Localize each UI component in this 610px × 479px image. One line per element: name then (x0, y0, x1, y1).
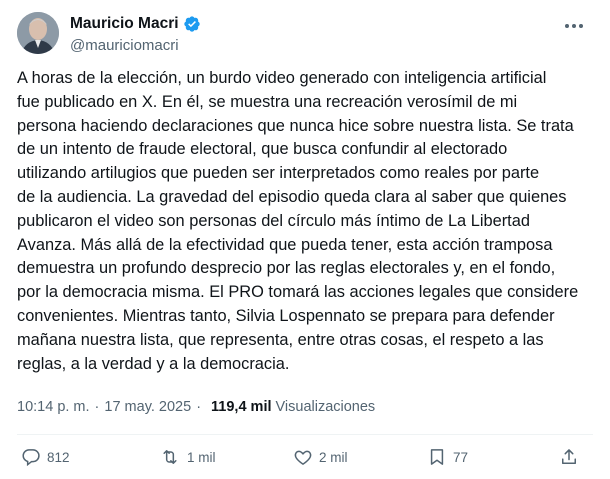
meta-separator: · (94, 399, 100, 415)
tweet-meta: 10:14 p. m. · 17 may. 2025 · 119,4 mil V… (17, 399, 375, 415)
like-button[interactable]: 2 mil (293, 447, 348, 467)
avatar[interactable] (17, 12, 59, 54)
divider (17, 434, 593, 435)
reply-icon (21, 447, 41, 467)
share-button[interactable] (559, 447, 579, 467)
retweet-icon (159, 447, 181, 467)
bookmark-count: 77 (453, 449, 469, 465)
reply-button[interactable]: 812 (21, 447, 70, 467)
tweet-time[interactable]: 10:14 p. m. (17, 399, 90, 415)
like-icon (293, 447, 313, 467)
author-name-row: Mauricio Macri (70, 13, 201, 35)
tweet-date[interactable]: 17 may. 2025 (104, 399, 191, 415)
retweet-button[interactable]: 1 mil (159, 447, 216, 467)
like-count: 2 mil (319, 449, 348, 465)
reply-count: 812 (47, 449, 70, 465)
meta-separator: · (196, 399, 202, 415)
share-icon (559, 447, 579, 467)
more-options-icon[interactable] (562, 16, 586, 36)
tweet-card: Mauricio Macri @mauriciomacri A horas de… (0, 0, 610, 479)
author-name[interactable]: Mauricio Macri (70, 15, 179, 33)
author-handle[interactable]: @mauriciomacri (70, 37, 201, 54)
bookmark-icon (427, 447, 447, 467)
views-count[interactable]: 119,4 mil (211, 399, 271, 415)
views-label[interactable]: Visualizaciones (276, 399, 376, 415)
verified-badge-icon[interactable] (183, 15, 201, 33)
tweet-text: A horas de la elección, un burdo video g… (17, 69, 579, 373)
action-bar: 812 1 mil 2 mil 77 (17, 447, 593, 473)
author-block: Mauricio Macri @mauriciomacri (70, 13, 201, 54)
retweet-count: 1 mil (187, 449, 216, 465)
bookmark-button[interactable]: 77 (427, 447, 468, 467)
